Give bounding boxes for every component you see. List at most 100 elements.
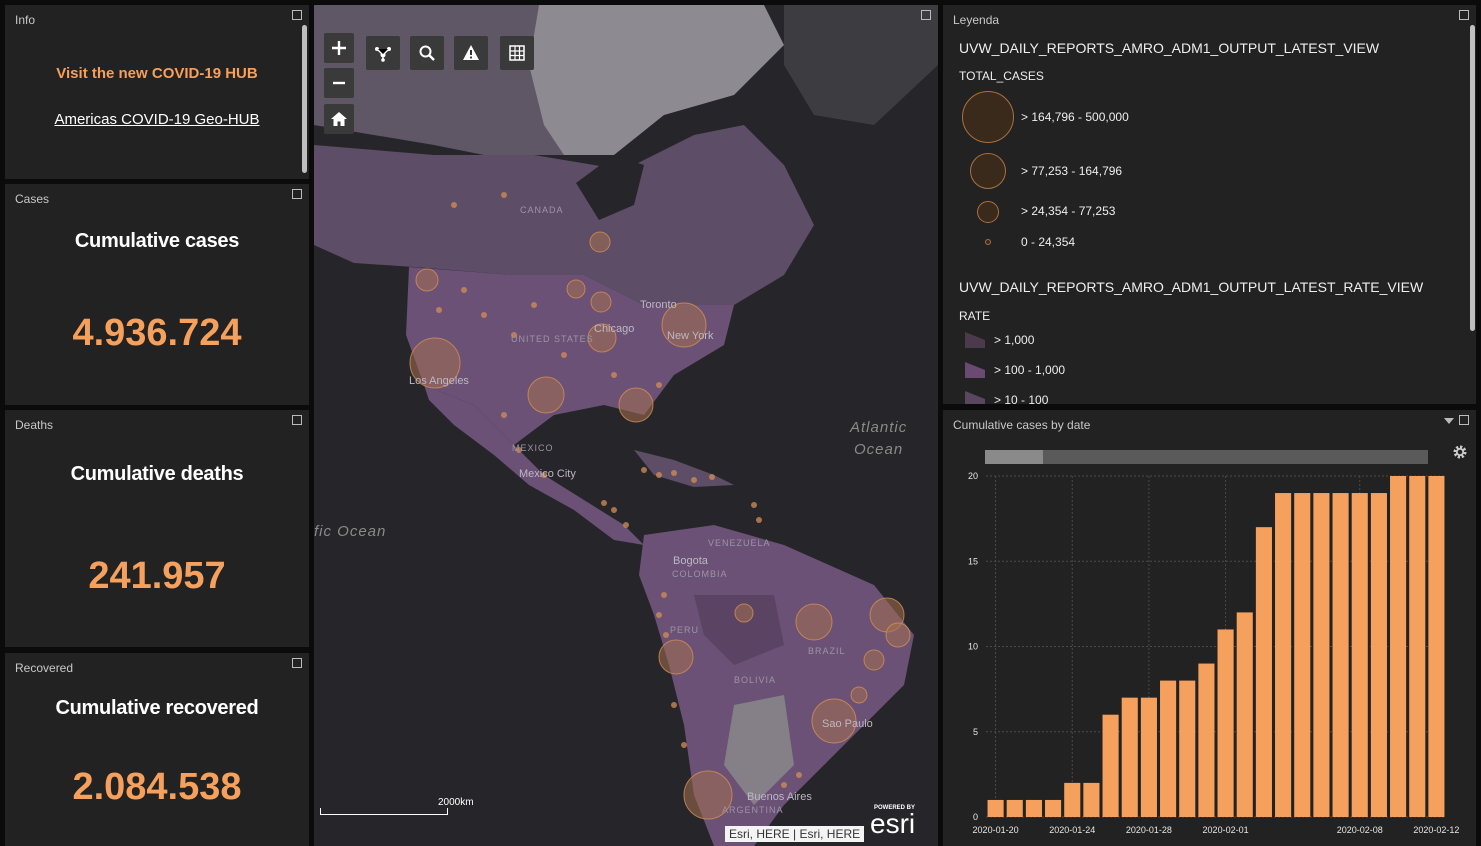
esri-text: esri (870, 808, 916, 839)
x-tick-label: 2020-01-24 (1049, 825, 1095, 835)
bar[interactable] (1370, 493, 1387, 817)
legend-rate-class-2: > 100 - 1,000 (994, 363, 1066, 377)
bar[interactable] (1313, 493, 1330, 817)
legend-class-4: 0 - 24,354 (1021, 235, 1076, 249)
label-mexico: MEXICO (512, 443, 554, 453)
maximize-icon[interactable] (1459, 10, 1469, 20)
legend-rate-class-3: > 10 - 100 (994, 393, 1049, 404)
home-icon (331, 112, 347, 126)
bar[interactable] (1294, 493, 1311, 817)
label-bolivia: BOLIVIA (734, 675, 777, 685)
bar[interactable] (987, 799, 1004, 817)
label-sao-paulo: Sao Paulo (822, 718, 873, 730)
scrollbar[interactable] (1470, 25, 1475, 331)
cases-heading: Cumulative cases (74, 230, 240, 252)
label-bogota: Bogota (673, 555, 708, 567)
x-tick-label: 2020-02-12 (1413, 825, 1459, 835)
y-tick-label: 20 (968, 471, 978, 481)
x-tick-label: 2020-02-08 (1337, 825, 1383, 835)
label-peru: PERU (670, 625, 700, 635)
search-icon (419, 45, 435, 61)
bar[interactable] (1006, 799, 1023, 817)
search-button[interactable] (410, 36, 444, 70)
legend-panel-title: Leyenda (953, 13, 1000, 27)
alert-button[interactable] (454, 36, 488, 70)
covid-hub-link[interactable]: Visit the new COVID-19 HUB (5, 65, 309, 82)
label-colombia: COLOMBIA (672, 569, 728, 579)
esri-logo[interactable]: POWERED BY esri (870, 805, 934, 841)
x-tick-label: 2020-01-20 (973, 825, 1019, 835)
grid-button[interactable] (500, 36, 534, 70)
legend-class-2: > 77,253 - 164,796 (1021, 164, 1123, 178)
bar[interactable] (1121, 697, 1138, 817)
legend-class-1: > 164,796 - 500,000 (1021, 110, 1129, 124)
chart-panel: Cumulative cases by date 0 5 10 15 20 2020-01… (943, 410, 1476, 846)
legend-class-3: > 24,354 - 77,253 (1021, 204, 1116, 218)
grid-icon (509, 45, 525, 61)
legend-rate-symbol-3 (965, 391, 985, 404)
bar[interactable] (1160, 680, 1177, 817)
warning-icon (463, 45, 479, 60)
map-panel[interactable]: CANADA UNITED STATES MEXICO VENEZUELA CO… (314, 5, 938, 846)
bar[interactable] (1045, 799, 1062, 817)
deaths-heading: Cumulative deaths (70, 463, 244, 485)
cases-value: 4.936.724 (72, 312, 242, 354)
scrollbar[interactable] (302, 25, 307, 173)
legend-symbol-1 (962, 91, 1014, 143)
bar[interactable] (1217, 629, 1234, 817)
label-atlantic-line2: Ocean (854, 441, 904, 458)
bar[interactable] (1428, 476, 1445, 817)
zoom-in-button[interactable] (324, 33, 354, 63)
info-panel-title: Info (15, 13, 36, 27)
bar-chart: 0 5 10 15 20 2020-01-20 2020-01-24 2020-01-28 20… (968, 471, 1459, 835)
legend-symbol-4 (985, 239, 991, 245)
geo-hub-link[interactable]: Americas COVID-19 Geo-HUB (5, 111, 309, 128)
legend-rate-symbol-1 (965, 332, 985, 348)
bar[interactable] (1390, 476, 1407, 817)
label-chicago: Chicago (594, 323, 635, 335)
label-los-angeles: Los Angeles (409, 375, 469, 387)
recovered-heading: Cumulative recovered (55, 697, 259, 719)
bar[interactable] (1275, 493, 1292, 817)
bar[interactable] (1064, 782, 1081, 817)
maximize-icon[interactable] (292, 10, 302, 20)
label-venezuela: VENEZUELA (708, 538, 771, 548)
info-panel: Info Visit the new COVID-19 HUB Americas… (5, 5, 309, 179)
deaths-value: 241.957 (88, 555, 226, 597)
label-united-states: UNITED STATES (511, 334, 594, 344)
bar[interactable] (1351, 493, 1368, 817)
recovered-panel: Recovered Cumulative recovered 2.084.538 (5, 653, 309, 846)
maximize-icon[interactable] (292, 415, 302, 425)
maximize-icon[interactable] (292, 658, 302, 668)
deaths-panel-title: Deaths (15, 418, 54, 432)
cases-panel: Cases Cumulative cases 4.936.724 (5, 184, 309, 405)
bar[interactable] (1102, 714, 1119, 817)
maximize-icon[interactable] (921, 10, 931, 20)
share-icon (375, 47, 391, 62)
home-button[interactable] (324, 104, 354, 134)
label-brazil: BRAZIL (808, 646, 846, 656)
label-new-york: New York (667, 330, 714, 342)
bar[interactable] (1025, 799, 1042, 817)
bar[interactable] (1332, 493, 1349, 817)
map-attribution[interactable]: Esri, HERE | Esri, HERE (725, 826, 865, 842)
bar[interactable] (1236, 612, 1253, 817)
bar[interactable] (1255, 527, 1272, 817)
x-tick-label: 2020-01-28 (1126, 825, 1172, 835)
minus-icon (333, 81, 345, 85)
bar[interactable] (1140, 697, 1157, 817)
scale-bar (320, 808, 448, 815)
bar[interactable] (1409, 476, 1426, 817)
label-argentina: ARGENTINA (722, 805, 784, 815)
bar[interactable] (1179, 680, 1196, 817)
legend-rate-class-1: > 1,000 (994, 333, 1035, 347)
maximize-icon[interactable] (292, 189, 302, 199)
bar[interactable] (1083, 782, 1100, 817)
recovered-value: 2.084.538 (72, 766, 242, 808)
bar[interactable] (1198, 663, 1215, 817)
basemap-button[interactable] (366, 36, 400, 70)
zoom-out-button[interactable] (324, 68, 354, 98)
legend-layer-1-title: UVW_DAILY_REPORTS_AMRO_ADM1_OUTPUT_LATES… (959, 40, 1380, 56)
x-tick-label: 2020-02-01 (1203, 825, 1249, 835)
y-tick-label: 10 (968, 642, 978, 652)
